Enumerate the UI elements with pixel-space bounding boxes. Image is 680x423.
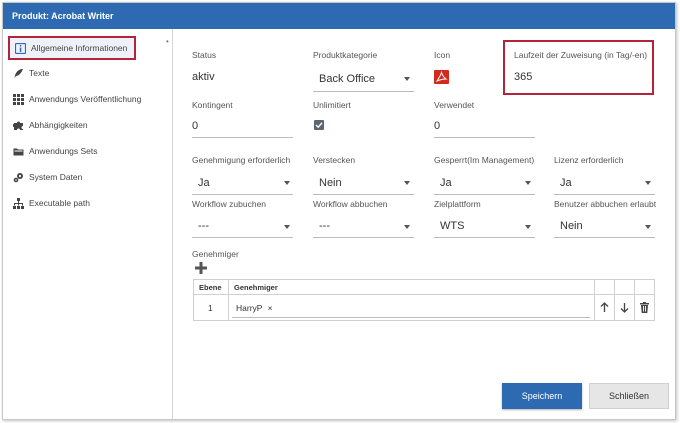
chevron-down-icon [284, 225, 290, 229]
status-value: aktiv [192, 71, 215, 83]
select-underline [313, 237, 414, 238]
row-ebene: 1 [208, 303, 213, 313]
sidebar-item-label: Executable path [29, 198, 90, 208]
verwendet-label: Verwendet [434, 100, 475, 110]
genehmigung-value: Ja [198, 177, 210, 189]
sidebar-item-label: Anwendungs Veröffentlichung [29, 94, 142, 104]
save-button[interactable]: Speichern [502, 383, 582, 409]
dialog-title: Produkt: Acrobat Writer [3, 3, 675, 29]
chevron-down-icon [525, 225, 531, 229]
genehmiger-label: Genehmiger [192, 249, 239, 259]
column-divider [594, 280, 595, 320]
sidebar-item-label: System Daten [29, 172, 83, 182]
pdf-icon[interactable] [434, 70, 449, 84]
sidebar-item-abhaengigkeiten[interactable]: Abhängigkeiten [3, 112, 172, 138]
kontingent-label: Kontingent [192, 100, 233, 110]
verstecken-label: Verstecken [313, 155, 356, 165]
gesperrt-value: Ja [440, 177, 452, 189]
select-underline [434, 194, 535, 195]
zielplattform-label: Zielplattform [434, 199, 481, 209]
genehmigung-label: Genehmigung erforderlich [192, 155, 291, 165]
status-label: Status [192, 50, 217, 60]
sidebar-item-allgemeine-informationen[interactable]: Allgemeine Informationen [8, 36, 136, 60]
genehmiger-chip-input[interactable]: HarryP × [232, 300, 590, 318]
feather-icon [12, 67, 24, 79]
laufzeit-label: Laufzeit der Zuweisung (in Tag/-en) [514, 50, 648, 60]
approvers-table: Ebene Genehmiger 1 HarryP × [193, 279, 655, 321]
puzzle-icon [12, 119, 24, 131]
icon-label: Icon [434, 50, 451, 60]
input-underline [434, 137, 535, 138]
chevron-down-icon [404, 77, 410, 81]
select-underline [313, 194, 414, 195]
product-dialog: Produkt: Acrobat Writer • Allgemeine Inf… [2, 2, 676, 420]
chip-remove-button[interactable]: × [268, 303, 273, 313]
chevron-down-icon [284, 181, 290, 185]
check-icon [315, 122, 323, 129]
grid-icon [12, 93, 24, 105]
laufzeit-value: 365 [514, 71, 533, 83]
sidebar-item-label: Anwendungs Sets [29, 146, 98, 156]
workflow-zubuchen-value: --- [198, 220, 209, 232]
chevron-down-icon [645, 225, 651, 229]
chevron-down-icon [404, 181, 410, 185]
column-divider [228, 280, 229, 320]
lizenz-label: Lizenz erforderlich [554, 155, 624, 165]
sidebar: • Allgemeine Informationen Texte Anwendu… [3, 29, 173, 419]
chevron-down-icon [645, 181, 651, 185]
select-underline [192, 237, 293, 238]
workflow-abbuchen-label: Workflow abbuchen [313, 199, 388, 209]
produktkategorie-label: Produktkategorie [313, 50, 378, 60]
kontingent-value: 0 [192, 120, 199, 132]
unlimitiert-checkbox[interactable] [314, 120, 324, 130]
select-underline [434, 237, 535, 238]
workflow-abbuchen-value: --- [319, 220, 330, 232]
close-button[interactable]: Schließen [589, 383, 669, 409]
sidebar-item-executable-path[interactable]: Executable path [3, 190, 172, 216]
sidebar-item-texte[interactable]: Texte [3, 60, 172, 86]
laufzeit-highlight [503, 40, 654, 95]
select-underline [313, 91, 414, 92]
sidebar-item-anwendungs-sets[interactable]: Anwendungs Sets [3, 138, 172, 164]
verstecken-value: Nein [319, 177, 342, 189]
sidebar-item-anwendungs-veroeffentlichung[interactable]: Anwendungs Veröffentlichung [3, 86, 172, 112]
hierarchy-icon [12, 197, 24, 209]
workflow-zubuchen-label: Workflow zubuchen [192, 199, 267, 209]
column-divider [614, 280, 615, 320]
arrow-down-icon[interactable] [618, 301, 630, 313]
sidebar-item-system-daten[interactable]: System Daten [3, 164, 172, 190]
select-underline [554, 194, 655, 195]
arrow-up-icon[interactable] [598, 301, 610, 313]
benutzer-abbuchen-value: Nein [560, 220, 583, 232]
column-divider [634, 280, 635, 320]
add-icon[interactable] [195, 262, 207, 274]
benutzer-abbuchen-label: Benutzer abbuchen erlaubt [554, 199, 657, 209]
trash-icon[interactable] [638, 301, 650, 313]
verwendet-value: 0 [434, 120, 441, 132]
input-underline [192, 137, 293, 138]
column-header-ebene: Ebene [199, 283, 222, 292]
lizenz-value: Ja [560, 177, 572, 189]
chevron-down-icon [404, 225, 410, 229]
select-underline [192, 194, 293, 195]
unlimitiert-label: Unlimitiert [313, 100, 351, 110]
sidebar-dot: • [166, 37, 169, 46]
approver-chip: HarryP × [236, 303, 273, 313]
sidebar-item-label: Allgemeine Informationen [31, 43, 128, 53]
folder-icon [12, 145, 24, 157]
chip-label: HarryP [236, 303, 263, 313]
sidebar-item-label: Abhängigkeiten [29, 120, 88, 130]
info-box-icon [14, 42, 26, 54]
column-header-genehmiger: Genehmiger [234, 283, 278, 292]
select-underline [554, 237, 655, 238]
zielplattform-value: WTS [440, 220, 465, 232]
chevron-down-icon [525, 181, 531, 185]
gear-icon [12, 171, 24, 183]
sidebar-item-label: Texte [29, 68, 50, 78]
produktkategorie-value: Back Office [319, 73, 376, 85]
gesperrt-label: Gesperrt(Im Management) [434, 155, 535, 165]
